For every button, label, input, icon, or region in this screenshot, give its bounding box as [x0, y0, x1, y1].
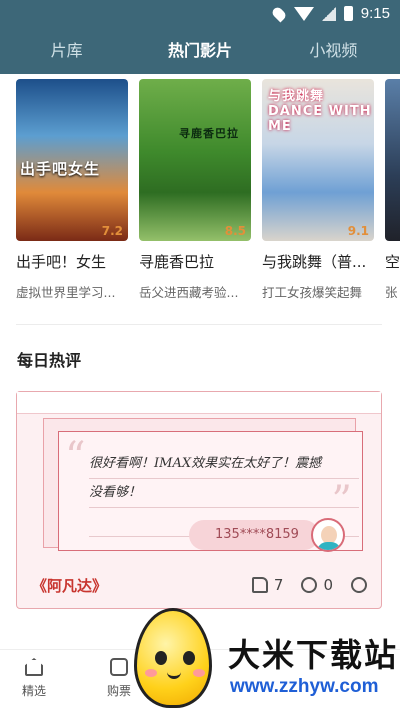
top-tabs: 片库 热门影片 小视频	[0, 28, 400, 74]
movie-rating: 9.1	[347, 224, 369, 238]
movie-rating: 8.5	[224, 224, 246, 238]
movie-title[interactable]: 寻鹿香巴拉	[139, 251, 251, 272]
more-icon	[351, 577, 367, 593]
mascot-eye	[155, 651, 167, 665]
review-line: 很好看啊！IMAX效果实在太好了！震撼	[89, 450, 359, 479]
movie-poster[interactable]: 寻鹿香巴拉 8.5	[139, 79, 251, 241]
like-button[interactable]: 7	[251, 576, 284, 594]
mascot-cheek	[145, 669, 157, 677]
movie-description: 虚拟世界里学习...	[16, 285, 116, 300]
nav-label: 购票	[106, 684, 131, 698]
wifi-icon	[293, 6, 314, 21]
watermark-overlay: 大米下载站 www.zzhyw.com	[130, 600, 400, 711]
movie-card[interactable]: 与我跳舞 DANCE WITH ME 9.1 与我跳舞（普... 打工女孩爆笑起…	[262, 79, 374, 309]
poster-text: 出手吧女生	[20, 160, 101, 178]
movie-poster[interactable]	[385, 79, 400, 241]
section-title-daily-review: 每日热评	[17, 351, 82, 370]
location-icon	[270, 5, 288, 22]
movie-card[interactable]: 寻鹿香巴拉 8.5 寻鹿香巴拉 岳父进西藏考验...	[139, 79, 251, 309]
movie-description: 打工女孩爆笑起舞	[262, 285, 363, 300]
section-divider	[16, 324, 382, 325]
movie-description: 岳父进西藏考验...	[139, 285, 239, 300]
egg-mascot-icon	[134, 608, 212, 708]
tab-library[interactable]: 片库	[0, 28, 133, 74]
watermark-url: www.zzhyw.com	[230, 676, 379, 697]
battery-icon	[343, 6, 353, 21]
signal-icon	[321, 6, 336, 21]
more-button[interactable]	[351, 577, 367, 593]
review-movie-link[interactable]: 《阿凡达》	[32, 575, 107, 596]
review-line: 没看够！	[89, 479, 359, 508]
mascot-mouth	[167, 671, 181, 679]
nav-item-featured[interactable]: 精选	[10, 658, 58, 699]
ticket-icon	[110, 658, 128, 676]
movie-poster[interactable]: 出手吧女生 7.2	[16, 79, 128, 241]
status-time: 9:15	[360, 5, 390, 22]
movie-card[interactable]: 空 张	[385, 79, 400, 309]
status-bar: 9:15	[0, 0, 400, 28]
review-actions: 7 0	[251, 576, 367, 594]
review-user[interactable]: 135****8159	[189, 520, 319, 550]
like-count: 7	[273, 576, 284, 594]
nav-label: 精选	[21, 684, 46, 698]
movie-title[interactable]: 与我跳舞（普...	[262, 251, 374, 272]
movie-rating: 7.2	[101, 224, 123, 238]
mascot-eye	[183, 651, 195, 665]
tab-short-videos[interactable]: 小视频	[267, 28, 400, 74]
poster-text: 寻鹿香巴拉	[179, 127, 239, 140]
comment-icon	[301, 577, 318, 593]
tab-hot-movies[interactable]: 热门影片	[133, 28, 266, 74]
mascot-cheek	[193, 669, 205, 677]
comment-button[interactable]: 0	[301, 576, 333, 594]
movie-poster[interactable]: 与我跳舞 DANCE WITH ME 9.1	[262, 79, 374, 241]
avatar[interactable]	[311, 518, 345, 552]
watermark-title: 大米下载站	[228, 636, 399, 674]
quote-close-icon: ”	[331, 478, 352, 524]
card-header-strip	[17, 392, 381, 414]
movie-carousel: 出手吧女生 7.2 出手吧！女生 虚拟世界里学习... 寻鹿香巴拉 8.5 寻鹿…	[16, 79, 400, 309]
home-icon	[25, 658, 43, 676]
movie-card[interactable]: 出手吧女生 7.2 出手吧！女生 虚拟世界里学习...	[16, 79, 128, 309]
movie-title[interactable]: 出手吧！女生	[16, 251, 128, 272]
movie-description: 张	[385, 285, 398, 300]
thumbs-up-icon	[251, 577, 268, 593]
movie-title[interactable]: 空	[385, 251, 400, 272]
quote-open-icon: “	[65, 434, 86, 480]
poster-text: 与我跳舞 DANCE WITH ME	[268, 89, 372, 134]
comment-count: 0	[323, 576, 333, 594]
review-card[interactable]: “ 很好看啊！IMAX效果实在太好了！震撼 没看够！ ” 135****8159…	[16, 391, 382, 609]
